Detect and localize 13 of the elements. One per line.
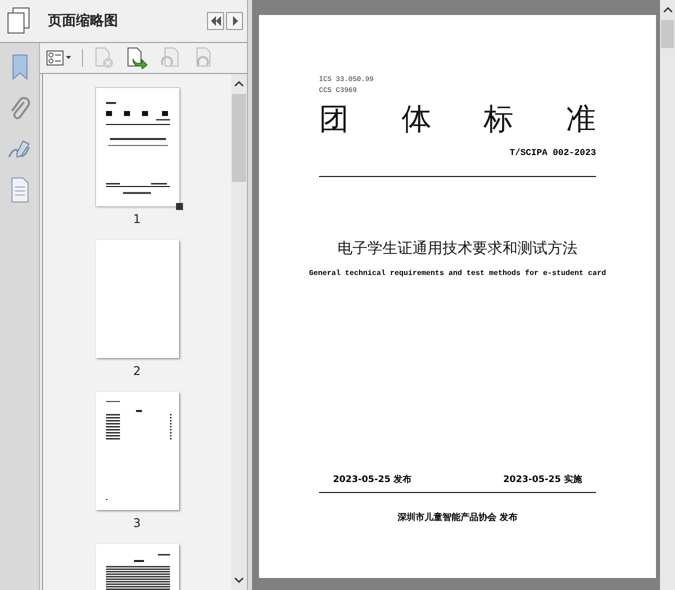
publisher: 深圳市儿童智能产品协会 发布 — [397, 511, 518, 524]
page-number: 2 — [133, 364, 141, 378]
effective-date: 2023-05-25 实施 — [503, 473, 582, 486]
standard-title-char: 团 — [319, 101, 349, 139]
page-number: 3 — [133, 516, 141, 530]
publish-date: 2023-05-25 发布 — [333, 474, 412, 486]
panel-title: 页面缩略图 — [48, 12, 119, 30]
standard-title-char: 标 — [484, 101, 514, 139]
standard-title-char: 准 — [566, 101, 596, 139]
standard-title-char: 体 — [401, 101, 432, 139]
document-title: 电子学生证通用技术要求和测试方法 — [338, 239, 578, 258]
standard-number: T/SCIPA 002-2023 — [510, 148, 596, 158]
page-number: 1 — [133, 212, 141, 226]
